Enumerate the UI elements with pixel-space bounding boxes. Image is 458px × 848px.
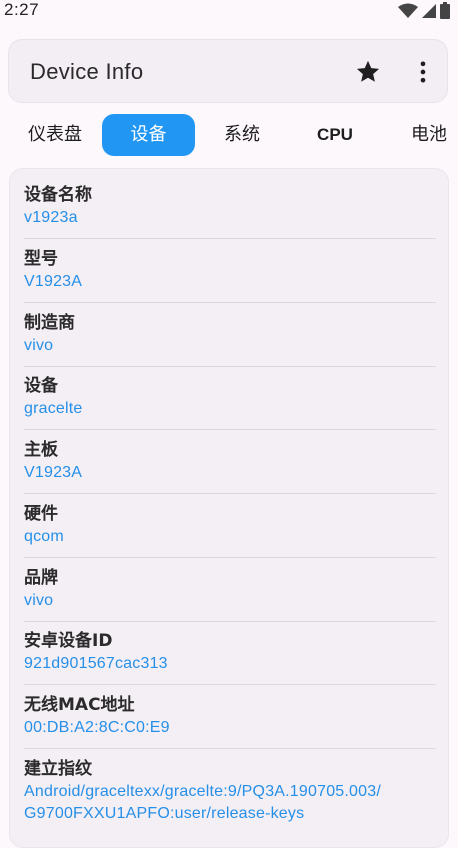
list-item-brand[interactable]: 品牌 vivo <box>24 566 436 612</box>
list-item-android-id[interactable]: 安卓设备ID 921d901567cac313 <box>24 629 436 675</box>
tab-dashboard[interactable]: 仪表盘 <box>20 114 90 156</box>
item-label: 硬件 <box>24 504 58 524</box>
item-label: 品牌 <box>24 568 58 588</box>
divider <box>24 429 436 430</box>
battery-icon <box>440 2 450 19</box>
divider <box>24 621 436 622</box>
list-item-wifi-mac[interactable]: 无线MAC地址 00:DB:A2:8C:C0:E9 <box>24 693 436 739</box>
item-value: qcom <box>24 528 64 545</box>
item-value: 00:DB:A2:8C:C0:E9 <box>24 719 170 736</box>
status-icons <box>398 2 450 19</box>
cellular-signal-icon <box>422 3 436 19</box>
wifi-icon <box>398 3 418 19</box>
status-time: 2:27 <box>4 0 40 19</box>
tab-bar: 仪表盘 设备 系统 CPU 电池 <box>0 114 458 158</box>
tab-battery[interactable]: 电池 <box>400 114 458 156</box>
item-label: 设备名称 <box>24 185 92 205</box>
item-value: v1923a <box>24 209 78 226</box>
divider <box>24 684 436 685</box>
item-label: 建立指纹 <box>24 759 92 779</box>
item-label: 主板 <box>24 440 58 460</box>
divider <box>24 302 436 303</box>
item-value: vivo <box>24 337 54 354</box>
favorite-star-icon[interactable] <box>354 58 382 86</box>
device-info-card: 设备名称 v1923a 型号 V1923A 制造商 vivo 设备 gracel… <box>9 168 449 848</box>
item-value: V1923A <box>24 464 83 481</box>
divider <box>24 748 436 749</box>
more-options-icon[interactable] <box>409 58 437 86</box>
item-value: gracelte <box>24 400 83 417</box>
item-value: Android/graceltexx/gracelte:9/PQ3A.19070… <box>24 783 381 800</box>
item-value-continued: G9700FXXU1APFO:user/release-keys <box>24 805 305 822</box>
app-title: Device Info <box>30 59 144 84</box>
item-label: 安卓设备ID <box>24 631 113 651</box>
list-item-build-fingerprint[interactable]: 建立指纹 Android/graceltexx/gracelte:9/PQ3A.… <box>24 757 436 825</box>
item-value: vivo <box>24 592 54 609</box>
app-bar: Device Info <box>8 39 448 103</box>
item-label: 型号 <box>24 249 58 269</box>
tab-device[interactable]: 设备 <box>102 114 195 156</box>
divider <box>24 557 436 558</box>
list-item-device-name[interactable]: 设备名称 v1923a <box>24 183 436 229</box>
list-item-device[interactable]: 设备 gracelte <box>24 374 436 420</box>
item-label: 无线MAC地址 <box>24 695 135 715</box>
list-item-manufacturer[interactable]: 制造商 vivo <box>24 311 436 357</box>
item-value: 921d901567cac313 <box>24 655 168 672</box>
item-value: V1923A <box>24 273 83 290</box>
list-item-board[interactable]: 主板 V1923A <box>24 438 436 484</box>
divider <box>24 493 436 494</box>
list-item-model[interactable]: 型号 V1923A <box>24 247 436 293</box>
status-bar: 2:27 <box>0 0 458 22</box>
list-item-hardware[interactable]: 硬件 qcom <box>24 502 436 548</box>
divider <box>24 238 436 239</box>
tab-cpu[interactable]: CPU <box>305 114 365 156</box>
divider <box>24 366 436 367</box>
tab-system[interactable]: 系统 <box>212 114 272 156</box>
item-label: 制造商 <box>24 313 75 333</box>
item-label: 设备 <box>24 376 58 396</box>
